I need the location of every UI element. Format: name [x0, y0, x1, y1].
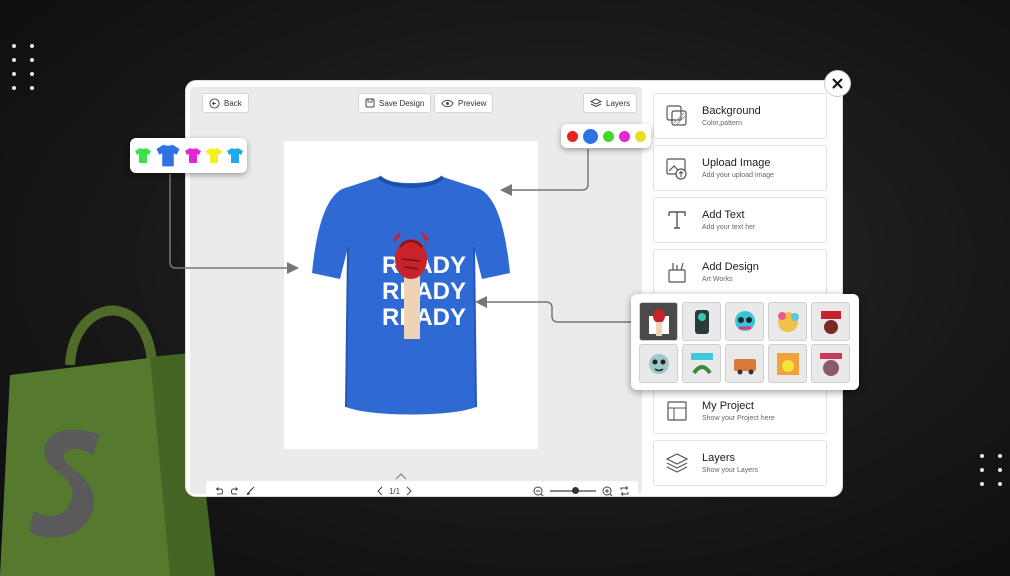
- design-thumbnail[interactable]: [768, 302, 807, 341]
- color-dot-yellow[interactable]: [634, 130, 646, 142]
- robot-art-icon: [694, 309, 709, 334]
- shirt-swatch-icon[interactable]: [226, 147, 244, 164]
- color-dot-magenta[interactable]: [618, 130, 630, 142]
- text-badge-art-icon: [820, 310, 841, 334]
- design-thumbnail[interactable]: [768, 344, 807, 383]
- design-thumbnail[interactable]: [811, 302, 850, 341]
- shirt-swatch-icon[interactable]: [184, 147, 202, 164]
- snake-art-icon: [690, 352, 713, 374]
- design-thumbnail-selected[interactable]: [639, 302, 678, 341]
- close-icon: [832, 78, 843, 89]
- design-thumbnail[interactable]: [682, 344, 721, 383]
- floral-skull-art-icon: [777, 311, 799, 332]
- design-thumbnail[interactable]: [639, 344, 678, 383]
- design-thumbnail[interactable]: [682, 302, 721, 341]
- close-button[interactable]: [824, 70, 851, 97]
- design-thumbnail[interactable]: [725, 302, 764, 341]
- tiger-art-icon: [648, 353, 669, 374]
- shirt-color-picker: [130, 138, 247, 173]
- heart-hand-art-icon: [648, 308, 669, 336]
- warrior-art-icon: [819, 352, 842, 376]
- design-thumbnail[interactable]: [725, 344, 764, 383]
- shirt-swatch-icon[interactable]: [205, 147, 223, 164]
- design-thumbnail-grid: [631, 294, 859, 390]
- callout-connectors: [169, 149, 640, 323]
- sunset-art-icon: [776, 352, 799, 375]
- skull-art-icon: [734, 310, 755, 331]
- shirt-swatch-icon[interactable]: [134, 147, 152, 164]
- background-color-picker: [561, 124, 651, 148]
- design-thumbnail[interactable]: [811, 344, 850, 383]
- color-dot-blue-selected[interactable]: [582, 128, 598, 144]
- color-dot-red[interactable]: [566, 130, 578, 142]
- shirt-swatch-icon-selected[interactable]: [155, 143, 181, 168]
- color-dot-green[interactable]: [602, 130, 614, 142]
- bus-art-icon: [733, 358, 756, 374]
